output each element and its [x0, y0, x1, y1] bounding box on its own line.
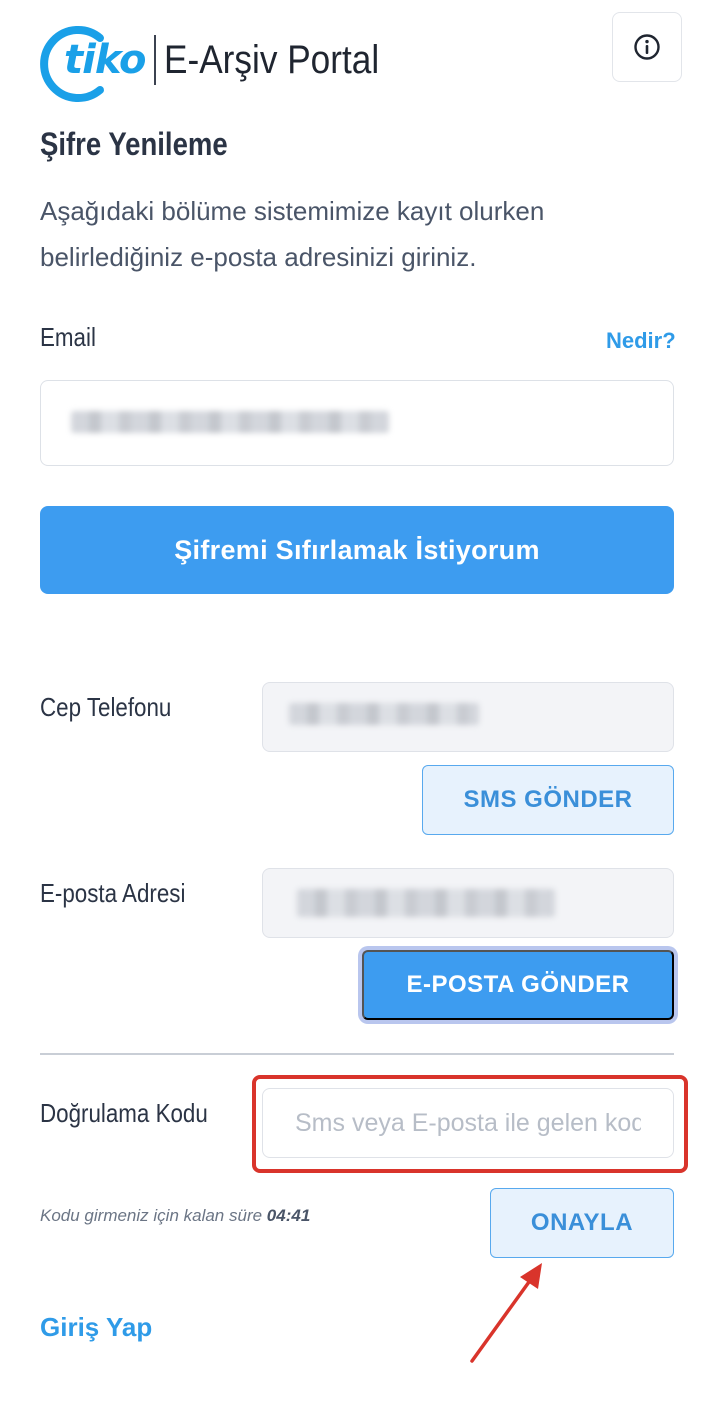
timer-label: Kodu girmeniz için kalan süre: [40, 1206, 263, 1225]
verification-code-label: Doğrulama Kodu: [40, 1098, 208, 1128]
logo-brand: tiko: [64, 37, 146, 83]
email-label: Email: [40, 322, 96, 352]
info-button[interactable]: [612, 12, 682, 82]
reset-password-button[interactable]: Şifremi Sıfırlamak İstiyorum: [40, 506, 674, 594]
email-field[interactable]: [40, 380, 674, 466]
redacted-phone: [289, 703, 479, 725]
redacted-email: [71, 411, 389, 433]
confirm-button[interactable]: ONAYLA: [490, 1188, 674, 1258]
email-address-label: E-posta Adresi: [40, 878, 186, 908]
intro-line-1: Aşağıdaki bölüme sistemimize kayıt olurk…: [40, 196, 545, 226]
phone-label: Cep Telefonu: [40, 692, 172, 722]
redacted-email-address: [297, 889, 555, 917]
email-help-link[interactable]: Nedir?: [606, 328, 676, 354]
info-circle-icon: [634, 34, 660, 60]
annotation-arrow-icon: [470, 1263, 542, 1363]
section-divider: [40, 1053, 674, 1055]
verification-code-input[interactable]: [262, 1088, 674, 1158]
page-title: Şifre Yenileme: [40, 126, 228, 162]
timer-value: 04:41: [266, 1206, 311, 1225]
sms-send-button[interactable]: SMS GÖNDER: [422, 765, 674, 835]
logo-divider: [153, 35, 156, 85]
app-logo: tiko E-Arşiv Portal: [38, 20, 379, 102]
email-address-field[interactable]: [262, 868, 674, 938]
intro-text: Aşağıdaki bölüme sistemimize kayıt olurk…: [40, 188, 640, 280]
timer-text: Kodu girmeniz için kalan süre 04:41: [40, 1206, 310, 1226]
login-link[interactable]: Giriş Yap: [40, 1312, 152, 1343]
app-title: E-Arşiv Portal: [163, 37, 379, 82]
intro-line-2: belirlediğiniz e-posta adresinizi girini…: [40, 242, 477, 272]
email-send-button[interactable]: E-POSTA GÖNDER: [362, 950, 674, 1020]
phone-field[interactable]: [262, 682, 674, 752]
